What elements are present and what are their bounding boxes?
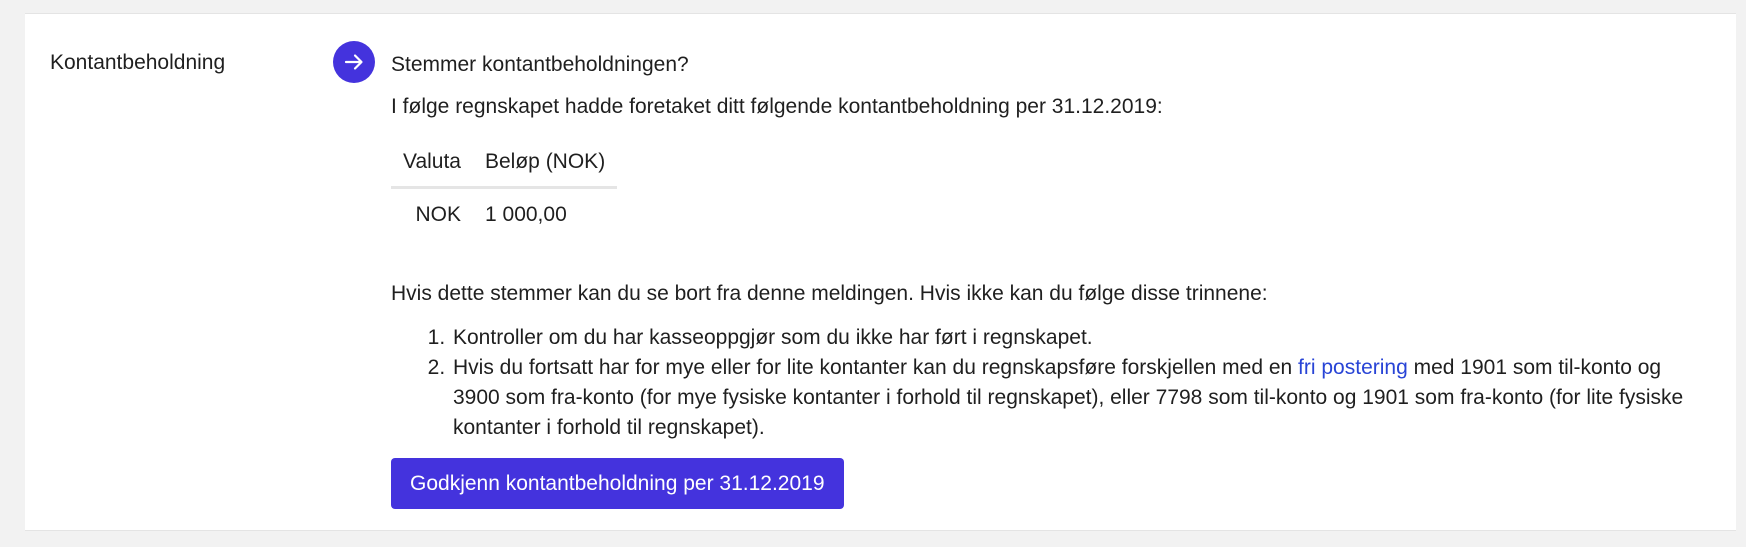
arrow-right-icon xyxy=(333,41,375,83)
section-label: Kontantbeholdning xyxy=(50,51,226,74)
fri-postering-link[interactable]: fri postering xyxy=(1298,356,1408,379)
step-content: Stemmer kontantbeholdningen? I følge reg… xyxy=(391,50,1711,509)
guidance-text: Hvis dette stemmer kan du se bort fra de… xyxy=(391,282,1268,305)
step-question: Stemmer kontantbeholdningen? xyxy=(391,53,689,76)
step-2-text-before: Hvis du fortsatt har for mye eller for l… xyxy=(453,356,1299,379)
guidance-steps: Kontroller om du har kasseoppgjør som du… xyxy=(391,323,1711,443)
guidance-step-1: Kontroller om du har kasseoppgjør som du… xyxy=(451,323,1711,353)
cash-holdings-card: Kontantbeholdning Stemmer kontantbeholdn… xyxy=(25,13,1736,531)
column-header-amount: Beløp (NOK) xyxy=(473,140,618,189)
amount-cell: 1 000,00 xyxy=(485,203,567,226)
table-header-row: Valuta Beløp (NOK) xyxy=(391,140,618,189)
currency-cell: NOK xyxy=(415,203,461,226)
step-intro: I følge regnskapet hadde foretaket ditt … xyxy=(391,95,1163,118)
column-header-currency: Valuta xyxy=(391,140,473,189)
arrow-right-icon-svg xyxy=(344,54,363,70)
table-row: NOK 1 000,00 xyxy=(391,188,617,238)
approve-cash-holdings-button[interactable]: Godkjenn kontantbeholdning per 31.12.201… xyxy=(391,458,844,509)
guidance-step-2: Hvis du fortsatt har for mye eller for l… xyxy=(451,353,1711,443)
cash-holdings-table: Valuta Beløp (NOK) NOK 1 000,00 xyxy=(391,140,618,238)
